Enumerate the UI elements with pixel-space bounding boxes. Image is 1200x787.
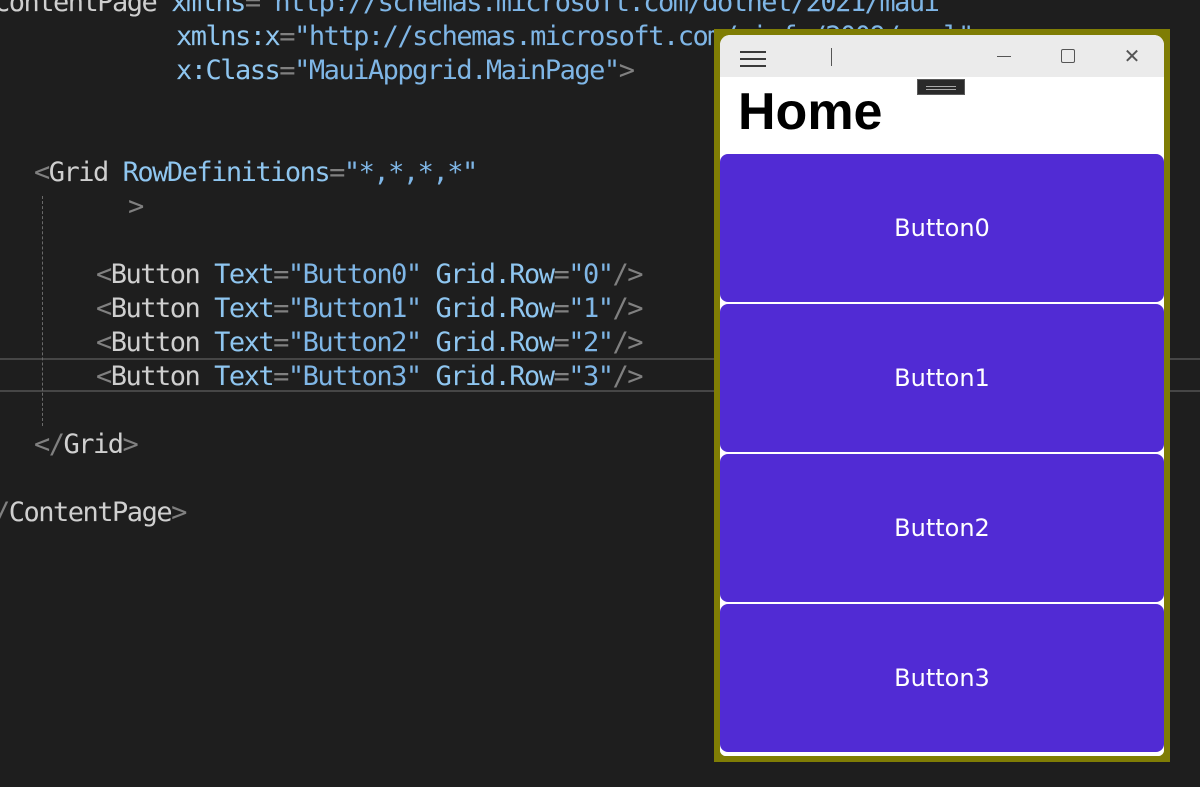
code-token: / bbox=[0, 497, 10, 528]
code-token: = bbox=[273, 327, 289, 358]
button-grid: Button0 Button1 Button2 Button3 bbox=[720, 154, 1164, 756]
hamburger-icon[interactable] bbox=[740, 51, 766, 67]
code-token: > bbox=[128, 191, 144, 222]
code-token: = bbox=[273, 259, 289, 290]
code-line-4[interactable]: <Grid RowDefinitions="*,*,*,*" bbox=[34, 156, 478, 190]
code-token: "2" bbox=[568, 327, 614, 358]
code-token: Button bbox=[110, 327, 201, 358]
code-token: Button bbox=[110, 259, 201, 290]
code-token: RowDefinitions bbox=[122, 157, 331, 188]
code-token: > bbox=[122, 429, 139, 460]
code-token: < bbox=[34, 157, 50, 188]
text-caret bbox=[831, 48, 832, 66]
code-line-7[interactable]: <Button Text="Button1" Grid.Row="1"/> bbox=[96, 292, 644, 326]
code-token: Text bbox=[214, 327, 275, 358]
code-token: = bbox=[553, 327, 570, 358]
close-icon: ✕ bbox=[1123, 44, 1141, 68]
code-token: = bbox=[273, 293, 289, 324]
code-token: /> bbox=[612, 259, 644, 290]
code-token: "http://schemas.microsoft.com/dotnet/202… bbox=[259, 0, 955, 18]
code-line-8[interactable]: <Button Text="Button2" Grid.Row="2"/> bbox=[96, 326, 644, 360]
code-token: </ bbox=[34, 429, 65, 460]
code-token: Grid.Row bbox=[435, 327, 555, 358]
code-token: Button bbox=[110, 293, 201, 324]
code-token: = bbox=[279, 21, 295, 52]
code-line-10[interactable]: </Grid> bbox=[34, 428, 139, 462]
code-token: = bbox=[553, 293, 570, 324]
code-token: xmlns:x bbox=[176, 21, 281, 52]
code-line-11[interactable]: /ContentPage> bbox=[0, 496, 187, 530]
code-token: /> bbox=[612, 293, 644, 324]
code-token: < bbox=[96, 293, 112, 324]
code-token: Text bbox=[214, 361, 275, 392]
code-token: "MauiAppgrid.MainPage" bbox=[294, 55, 620, 86]
code-token: = bbox=[553, 361, 570, 392]
maximize-button[interactable] bbox=[1036, 35, 1100, 77]
indent-guide bbox=[42, 196, 43, 426]
code-line-3[interactable]: x:Class="MauiAppgrid.MainPage"> bbox=[176, 54, 635, 88]
code-token: "Button3" bbox=[287, 361, 422, 392]
code-token: Button bbox=[110, 361, 201, 392]
code-token: x:Class bbox=[176, 55, 281, 86]
code-line-6[interactable]: <Button Text="Button0" Grid.Row="0"/> bbox=[96, 258, 644, 292]
code-token: Text bbox=[214, 293, 275, 324]
code-token: < bbox=[96, 259, 112, 290]
button-0[interactable]: Button0 bbox=[720, 154, 1164, 302]
code-token: Grid.Row bbox=[435, 293, 555, 324]
page-title: Home bbox=[738, 83, 883, 141]
code-token: Text bbox=[214, 259, 275, 290]
code-token: Grid.Row bbox=[435, 361, 555, 392]
minimize-icon bbox=[997, 55, 1011, 57]
code-token: Grid.Row bbox=[435, 259, 555, 290]
code-token: "0" bbox=[568, 259, 614, 290]
code-token: "Button1" bbox=[287, 293, 422, 324]
code-token: = bbox=[553, 259, 570, 290]
code-token: "1" bbox=[568, 293, 614, 324]
code-token: /> bbox=[612, 361, 644, 392]
maximize-icon bbox=[1061, 49, 1075, 63]
code-line-5[interactable]: > bbox=[128, 190, 144, 224]
code-token: xmlns bbox=[171, 0, 246, 18]
code-token: = bbox=[244, 0, 261, 18]
code-token: = bbox=[273, 361, 289, 392]
code-token: > bbox=[618, 55, 635, 86]
button-1[interactable]: Button1 bbox=[720, 304, 1164, 452]
button-3[interactable]: Button3 bbox=[720, 604, 1164, 752]
close-button[interactable]: ✕ bbox=[1100, 35, 1164, 77]
code-token: = bbox=[279, 55, 295, 86]
app-window: ✕ Home Button0 Button1 Button2 Button3 bbox=[720, 35, 1164, 756]
app-window-frame: ✕ Home Button0 Button1 Button2 Button3 bbox=[714, 29, 1170, 762]
debug-toolbar-handle[interactable] bbox=[917, 79, 965, 95]
code-token: Grid bbox=[63, 429, 125, 460]
code-token: "Button2" bbox=[287, 327, 422, 358]
title-bar[interactable]: ✕ bbox=[720, 35, 1164, 77]
code-token: "3" bbox=[568, 361, 614, 392]
minimize-button[interactable] bbox=[972, 35, 1036, 77]
code-line-1[interactable]: ContentPage xmlns="http://schemas.micros… bbox=[0, 0, 955, 20]
code-token: < bbox=[96, 327, 112, 358]
button-2[interactable]: Button2 bbox=[720, 454, 1164, 602]
code-token: < bbox=[96, 361, 112, 392]
code-token: ContentPage bbox=[8, 497, 173, 528]
code-token: /> bbox=[612, 327, 644, 358]
code-token: Grid bbox=[48, 157, 110, 188]
code-token: ContentPage bbox=[0, 0, 158, 18]
code-token: = bbox=[329, 157, 345, 188]
code-token: "*,*,*,*" bbox=[343, 157, 478, 188]
code-line-9[interactable]: <Button Text="Button3" Grid.Row="3"/> bbox=[96, 360, 644, 394]
code-token: > bbox=[171, 497, 187, 528]
code-token: "Button0" bbox=[287, 259, 422, 290]
